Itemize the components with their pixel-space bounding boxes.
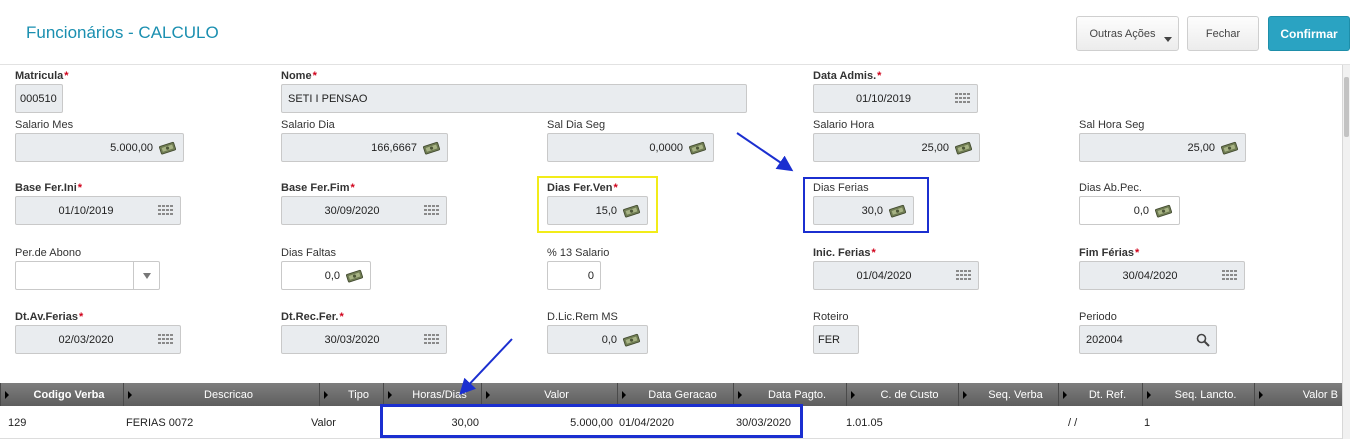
vertical-scrollbar[interactable]	[1342, 65, 1350, 439]
scrollbar-thumb[interactable]	[1344, 77, 1349, 137]
annotation-arrows	[459, 132, 794, 395]
arrow-to-horas-dias	[459, 338, 513, 395]
arrow-to-dias-ferias	[736, 132, 794, 172]
